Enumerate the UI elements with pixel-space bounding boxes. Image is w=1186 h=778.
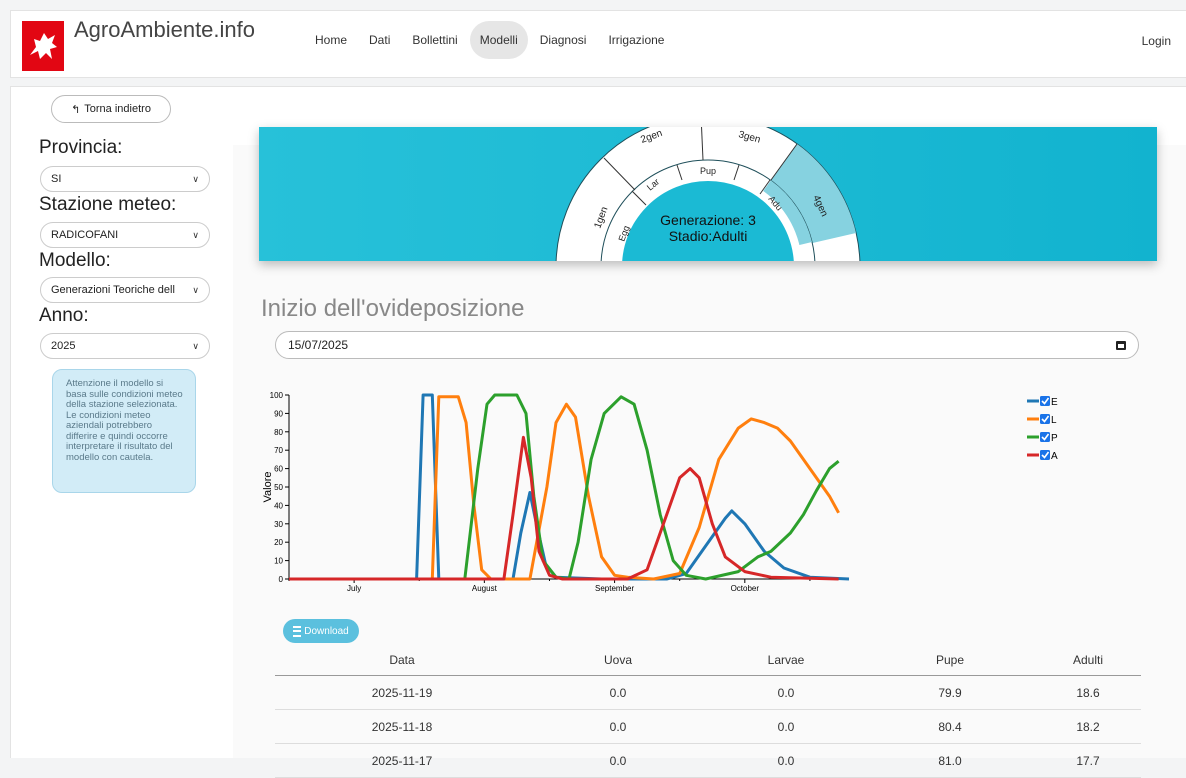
modello-label: Modello: [39,250,111,271]
chevron-down-icon: ∨ [192,173,199,184]
cell-larvae: 0.0 [707,709,865,744]
cell-uova: 0.0 [529,675,707,710]
pegasus-icon [30,33,57,59]
generation-dial: 1gen 2gen 3gen 4gen Egg Lar Pup Adu Gene… [555,127,861,261]
col-pupe[interactable]: Pupe [865,645,1035,676]
col-adulti[interactable]: Adulti [1035,645,1141,676]
stazione-label: Stazione meteo: [39,194,177,215]
model-warning: Attenzione il modello si basa sulle cond… [52,369,196,493]
chevron-down-icon: ∨ [192,229,199,240]
modello-select[interactable]: Generazioni Teoriche dell ∨ [40,277,210,303]
stage-label-pup: Pup [700,166,716,176]
legend-E-checkbox [1040,396,1050,406]
legend-P-label: P [1051,433,1058,444]
cell-data: 2025-11-17 [275,743,529,778]
login-link[interactable]: Login [1142,34,1171,48]
cell-adulti: 18.2 [1035,709,1141,744]
cell-pupe: 79.9 [865,675,1035,710]
modello-value: Generazioni Teoriche dell [51,284,175,296]
legend-P-checkbox [1040,432,1050,442]
y-tick-label: 40 [274,501,283,510]
stazione-select[interactable]: RADICOFANI ∨ [40,222,210,248]
x-tick-label: September [595,584,634,593]
cell-larvae: 0.0 [707,743,865,778]
cell-adulti: 17.7 [1035,743,1141,778]
back-button-label: Torna indietro [84,103,151,115]
calendar-icon[interactable] [1116,340,1126,350]
cell-pupe: 80.4 [865,709,1035,744]
x-tick-label: August [472,584,498,593]
cell-data: 2025-11-18 [275,709,529,744]
legend-E-label: E [1051,397,1058,408]
y-tick-label: 100 [270,391,284,400]
nav-modelli[interactable]: Modelli [469,21,528,59]
y-tick-label: 70 [274,446,283,455]
date-value: 15/07/2025 [288,338,349,352]
chevron-down-icon: ∨ [192,284,199,295]
nav-dati[interactable]: Dati [359,21,400,59]
stazione-value: RADICOFANI [51,229,119,241]
cell-pupe: 81.0 [865,743,1035,778]
legend-L-label: L [1051,415,1057,426]
back-button[interactable]: ↰ Torna indietro [51,95,171,123]
y-tick-label: 60 [274,465,283,474]
provincia-label: Provincia: [39,137,123,158]
list-icon [293,625,302,637]
region-logo[interactable] [22,21,64,71]
y-tick-label: 90 [274,409,283,418]
top-navbar: AgroAmbiente.info Home Dati Bollettini M… [10,10,1186,78]
series-L-line [289,395,840,581]
page-title: Inizio dell'ovideposizione [261,295,525,322]
x-tick-label: July [347,584,361,593]
nav-bollettini[interactable]: Bollettini [402,21,467,59]
legend-A-label: A [1051,451,1058,462]
nav-diagnosi[interactable]: Diagnosi [530,21,597,59]
results-table: Data Uova Larvae Pupe Adulti 2025-11-19 … [275,645,1141,778]
chevron-down-icon: ∨ [192,340,199,351]
main-panel: ↰ Torna indietro Provincia: SI ∨ Stazion… [10,86,1186,778]
anno-label: Anno: [39,305,89,326]
population-chart: 0 10 20 30 40 50 60 70 80 90 100 July August Septembe… [262,391,1058,593]
y-tick-label: 80 [274,428,283,437]
legend-L-checkbox [1040,414,1050,424]
brand-title[interactable]: AgroAmbiente.info [74,17,255,43]
table-row: 2025-11-18 0.0 0.0 80.4 18.2 [275,709,1141,744]
col-data[interactable]: Data [275,645,529,676]
provincia-value: SI [51,173,62,185]
stadio-text: Stadio:Adulti [669,228,748,244]
table-row: 2025-11-17 0.0 0.0 81.0 17.7 [275,743,1141,778]
col-uova[interactable]: Uova [529,645,707,676]
main-nav: Home Dati Bollettini Modelli Diagnosi Ir… [305,21,676,59]
download-button[interactable]: Download [283,619,359,643]
provincia-select[interactable]: SI ∨ [40,166,210,192]
series-P-line [289,393,840,581]
col-larvae[interactable]: Larvae [707,645,865,676]
cell-larvae: 0.0 [707,675,865,710]
legend-A-checkbox [1040,450,1050,460]
y-tick-label: 10 [274,557,283,566]
cell-adulti: 18.6 [1035,675,1141,710]
nav-home[interactable]: Home [305,21,357,59]
table-header-row: Data Uova Larvae Pupe Adulti [275,645,1141,676]
y-tick-label: 30 [274,520,283,529]
anno-value: 2025 [51,340,76,352]
x-tick-label: October [731,584,760,593]
y-tick-label: 20 [274,538,283,547]
y-axis-label: Valore [262,472,274,503]
download-label: Download [304,625,349,637]
table-row: 2025-11-19 0.0 0.0 79.9 18.6 [275,675,1141,710]
cell-uova: 0.0 [529,709,707,744]
anno-select[interactable]: 2025 ∨ [40,333,210,359]
y-tick-label: 0 [279,575,284,584]
date-input[interactable]: 15/07/2025 [275,331,1139,359]
reply-arrow-icon: ↰ [71,103,81,116]
cell-uova: 0.0 [529,743,707,778]
nav-irrigazione[interactable]: Irrigazione [598,21,674,59]
generazione-text: Generazione: 3 [660,212,756,228]
y-tick-label: 50 [274,483,283,492]
cell-data: 2025-11-19 [275,675,529,710]
generation-banner: 1gen 2gen 3gen 4gen Egg Lar Pup Adu Gene… [259,127,1157,261]
